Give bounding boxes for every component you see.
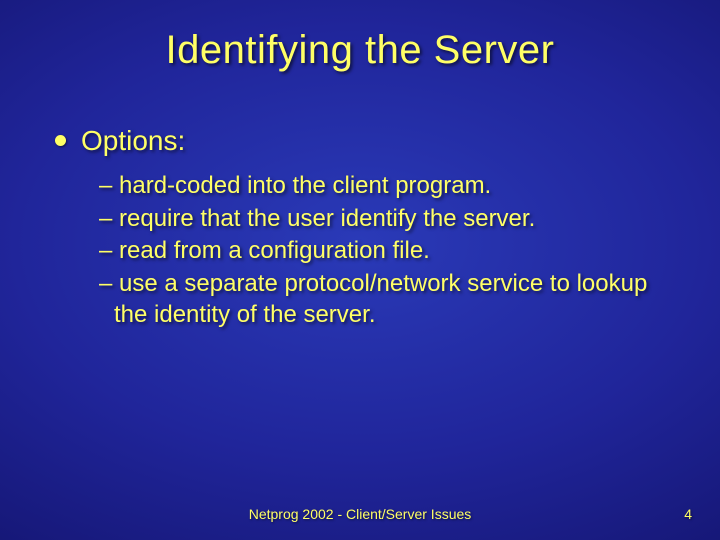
sub-item: – read from a configuration file.	[99, 236, 680, 267]
bullet-label: Options:	[81, 125, 185, 156]
sub-item: – require that the user identify the ser…	[99, 204, 680, 235]
sub-list: – hard-coded into the client program. – …	[99, 171, 680, 331]
bullet-icon	[55, 135, 66, 146]
page-number: 4	[684, 506, 692, 522]
slide-title: Identifying the Server	[0, 28, 720, 73]
slide-content: Options: – hard-coded into the client pr…	[55, 125, 680, 333]
footer-text: Netprog 2002 - Client/Server Issues	[0, 506, 720, 522]
bullet-main: Options:	[55, 125, 680, 157]
sub-item: – use a separate protocol/network servic…	[99, 269, 680, 330]
sub-item: – hard-coded into the client program.	[99, 171, 680, 202]
